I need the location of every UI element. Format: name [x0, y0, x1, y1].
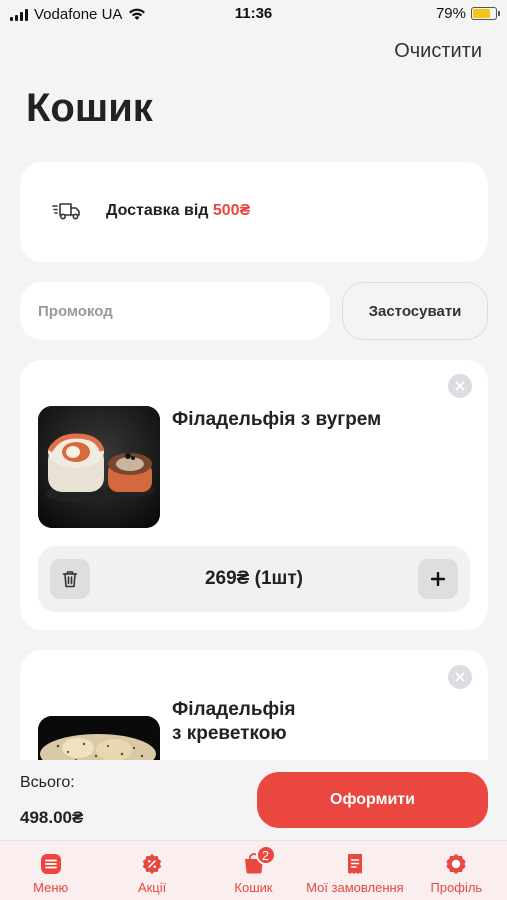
- battery-fill: [473, 9, 491, 18]
- remove-item-icon[interactable]: [448, 665, 472, 689]
- item-name-line-1: Філадельфія: [172, 699, 296, 720]
- item-name: Філадельфія з вугрем: [172, 409, 382, 430]
- delivery-amount: 500₴: [212, 202, 251, 219]
- total-value: 498.00₴: [20, 808, 84, 827]
- status-time: 11:36: [234, 5, 273, 22]
- battery-percent: 79%: [435, 5, 466, 22]
- item-photo: [38, 406, 160, 528]
- tab-label: Мої замовлення: [306, 880, 404, 895]
- remove-item-icon[interactable]: [448, 374, 472, 398]
- clear-cart-button[interactable]: Очистити: [394, 40, 482, 63]
- item-price-line: 269₴ (1шт): [38, 568, 470, 590]
- tab-label: Меню: [33, 880, 69, 895]
- tab-promotions[interactable]: Акції: [101, 841, 202, 900]
- item-quantity: (1шт): [254, 568, 304, 589]
- tab-label: Кошик: [234, 880, 273, 895]
- item-price: 269₴: [204, 568, 250, 589]
- page-title: Кошик: [26, 86, 153, 130]
- quantity-row: 269₴ (1шт): [38, 546, 470, 612]
- tab-menu[interactable]: Меню: [0, 841, 101, 900]
- tab-cart[interactable]: 2 Кошик: [203, 841, 304, 900]
- order-summary: Всього: 498.00₴ Оформити: [0, 760, 507, 840]
- battery-icon: [471, 7, 500, 20]
- promo-code-input[interactable]: [20, 282, 330, 340]
- tab-label: Акції: [137, 880, 167, 895]
- apply-promo-button[interactable]: Застосувати: [342, 282, 488, 340]
- status-right: 79%: [435, 5, 500, 22]
- cart-item: Філадельфія з вугрем 269₴ (1шт): [20, 360, 488, 630]
- delivery-text: Доставка від 500₴: [106, 202, 250, 220]
- tab-profile[interactable]: Профіль: [406, 841, 507, 900]
- receipt-icon: [347, 854, 362, 874]
- delivery-card: Доставка від 500₴: [20, 162, 488, 262]
- plus-icon[interactable]: [418, 559, 458, 599]
- tab-bar: Меню Акції 2 Кошик Мої замовлення Профіл…: [0, 840, 507, 900]
- checkout-button[interactable]: Оформити: [257, 772, 488, 828]
- tab-my-orders[interactable]: Мої замовлення: [304, 841, 405, 900]
- status-bar: Vodafone UA 11:36 79%: [0, 0, 507, 30]
- cart-badge: 2: [255, 845, 276, 865]
- item-name: Філадельфія з креветкою: [172, 698, 296, 746]
- discount-icon: [142, 854, 162, 874]
- menu-icon: [40, 854, 61, 874]
- profile-icon: [446, 854, 466, 874]
- item-name-line-2: з креветкою: [172, 723, 287, 744]
- truck-icon: [52, 203, 80, 220]
- total-label: Всього:: [20, 774, 75, 791]
- tab-label: Профіль: [430, 880, 483, 895]
- delivery-label: Доставка від: [106, 202, 209, 219]
